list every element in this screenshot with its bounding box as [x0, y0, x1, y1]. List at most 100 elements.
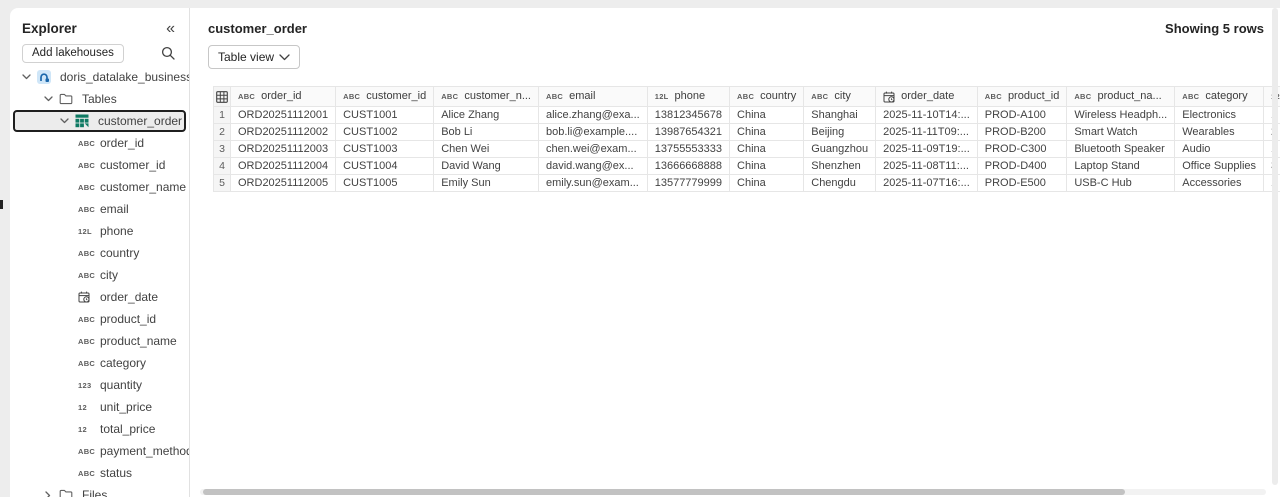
table-cell[interactable]: 2025-11-08T11:... — [876, 158, 978, 175]
table-cell[interactable]: Emily Sun — [434, 175, 539, 192]
table-cell[interactable]: China — [730, 175, 804, 192]
horizontal-scrollbar-thumb[interactable] — [203, 489, 1125, 495]
view-selector-dropdown[interactable]: Table view — [208, 45, 300, 69]
sidebar-column-unit_price[interactable]: 12unit_price — [10, 396, 189, 418]
table-cell[interactable]: ORD20251112003 — [231, 141, 336, 158]
table-cell[interactable]: emily.sun@exam... — [538, 175, 647, 192]
table-cell[interactable]: Chen Wei — [434, 141, 539, 158]
sidebar-column-order_id[interactable]: ABCorder_id — [10, 132, 189, 154]
table-cell[interactable]: 13812345678 — [647, 107, 729, 124]
table-cell[interactable]: Office Supplies — [1175, 158, 1264, 175]
table-row[interactable]: 2ORD20251112002CUST1002Bob Libob.li@exam… — [214, 124, 1280, 141]
table-cell[interactable]: ORD20251112002 — [231, 124, 336, 141]
table-cell[interactable]: Shanghai — [804, 107, 876, 124]
table-cell[interactable]: Electronics — [1175, 107, 1264, 124]
table-cell[interactable]: 13666668888 — [647, 158, 729, 175]
sidebar-item-tables-folder[interactable]: Tables — [10, 88, 189, 110]
column-header-country[interactable]: ABCcountry — [730, 87, 804, 107]
table-cell[interactable]: Accessories — [1175, 175, 1264, 192]
table-cell[interactable]: PROD-D400 — [977, 158, 1067, 175]
table-cell[interactable]: China — [730, 124, 804, 141]
table-cell[interactable]: 2025-11-11T09:... — [876, 124, 978, 141]
sidebar-column-total_price[interactable]: 12total_price — [10, 418, 189, 440]
sidebar-item-files-folder[interactable]: Files — [10, 484, 189, 497]
table-cell[interactable]: Bob Li — [434, 124, 539, 141]
column-header-phone[interactable]: 12Lphone — [647, 87, 729, 107]
sidebar-column-status[interactable]: ABCstatus — [10, 462, 189, 484]
table-row[interactable]: 5ORD20251112005CUST1005Emily Sunemily.su… — [214, 175, 1280, 192]
table-cell[interactable]: Smart Watch — [1067, 124, 1175, 141]
sidebar-column-quantity[interactable]: 123quantity — [10, 374, 189, 396]
sidebar-column-phone[interactable]: 12Lphone — [10, 220, 189, 242]
table-cell[interactable]: USB-C Hub — [1067, 175, 1175, 192]
table-row[interactable]: 3ORD20251112003CUST1003Chen Weichen.wei@… — [214, 141, 1280, 158]
column-header-category[interactable]: ABCcategory — [1175, 87, 1264, 107]
column-header-product_id[interactable]: ABCproduct_id — [977, 87, 1067, 107]
table-cell[interactable]: Chengdu — [804, 175, 876, 192]
table-cell[interactable]: PROD-E500 — [977, 175, 1067, 192]
table-cell[interactable]: CUST1003 — [336, 141, 434, 158]
table-cell[interactable]: CUST1001 — [336, 107, 434, 124]
column-header-order_id[interactable]: ABCorder_id — [231, 87, 336, 107]
table-cell[interactable]: China — [730, 107, 804, 124]
column-header-email[interactable]: ABCemail — [538, 87, 647, 107]
table-row[interactable]: 4ORD20251112004CUST1004David Wangdavid.w… — [214, 158, 1280, 175]
table-cell[interactable]: Wearables — [1175, 124, 1264, 141]
chevron-right-icon[interactable] — [40, 491, 56, 497]
sidebar-item-lakehouse[interactable]: doris_datalake_business — [10, 66, 189, 88]
table-cell[interactable]: PROD-C300 — [977, 141, 1067, 158]
table-cell[interactable]: CUST1002 — [336, 124, 434, 141]
sidebar-column-city[interactable]: ABCcity — [10, 264, 189, 286]
table-cell[interactable]: 2025-11-09T19:... — [876, 141, 978, 158]
column-header-customer_id[interactable]: ABCcustomer_id — [336, 87, 434, 107]
chevron-down-icon[interactable] — [56, 118, 72, 124]
table-cell[interactable]: Shenzhen — [804, 158, 876, 175]
search-icon[interactable] — [161, 46, 175, 60]
table-cell[interactable]: Beijing — [804, 124, 876, 141]
sidebar-column-category[interactable]: ABCcategory — [10, 352, 189, 374]
table-cell[interactable]: ORD20251112004 — [231, 158, 336, 175]
table-cell[interactable]: CUST1005 — [336, 175, 434, 192]
sidebar-item-customer-order[interactable]: customer_order — [13, 110, 186, 132]
column-header-order_date[interactable]: order_date — [876, 87, 978, 107]
vertical-scrollbar[interactable] — [1272, 8, 1278, 485]
sidebar-column-order_date[interactable]: order_date — [10, 286, 189, 308]
add-lakehouses-button[interactable]: Add lakehouses — [22, 44, 124, 63]
sidebar-column-product_id[interactable]: ABCproduct_id — [10, 308, 189, 330]
table-cell[interactable]: ORD20251112005 — [231, 175, 336, 192]
table-cell[interactable]: 2025-11-10T14:... — [876, 107, 978, 124]
column-header-city[interactable]: ABCcity — [804, 87, 876, 107]
chevron-down-icon[interactable] — [40, 96, 56, 102]
table-cell[interactable]: Bluetooth Speaker — [1067, 141, 1175, 158]
select-all-corner-cell[interactable] — [214, 87, 231, 107]
table-cell[interactable]: Audio — [1175, 141, 1264, 158]
table-cell[interactable]: China — [730, 158, 804, 175]
table-cell[interactable]: PROD-A100 — [977, 107, 1067, 124]
table-cell[interactable]: alice.zhang@exa... — [538, 107, 647, 124]
column-header-product_na[interactable]: ABCproduct_na... — [1067, 87, 1175, 107]
table-cell[interactable]: 2025-11-07T16:... — [876, 175, 978, 192]
table-cell[interactable]: 13755553333 — [647, 141, 729, 158]
table-cell[interactable]: Guangzhou — [804, 141, 876, 158]
table-cell[interactable]: chen.wei@exam... — [538, 141, 647, 158]
column-header-customer_n[interactable]: ABCcustomer_n... — [434, 87, 539, 107]
table-cell[interactable]: 13577779999 — [647, 175, 729, 192]
collapse-sidebar-icon[interactable]: « — [166, 22, 175, 36]
table-cell[interactable]: david.wang@ex... — [538, 158, 647, 175]
table-cell[interactable]: China — [730, 141, 804, 158]
table-row[interactable]: 1ORD20251112001CUST1001Alice Zhangalice.… — [214, 107, 1280, 124]
table-cell[interactable]: ORD20251112001 — [231, 107, 336, 124]
table-cell[interactable]: David Wang — [434, 158, 539, 175]
table-cell[interactable]: Laptop Stand — [1067, 158, 1175, 175]
sidebar-column-email[interactable]: ABCemail — [10, 198, 189, 220]
table-cell[interactable]: bob.li@example.... — [538, 124, 647, 141]
chevron-down-icon[interactable] — [18, 74, 34, 80]
sidebar-column-customer_id[interactable]: ABCcustomer_id — [10, 154, 189, 176]
table-cell[interactable]: Wireless Headph... — [1067, 107, 1175, 124]
table-cell[interactable]: Alice Zhang — [434, 107, 539, 124]
sidebar-column-country[interactable]: ABCcountry — [10, 242, 189, 264]
sidebar-column-payment_method[interactable]: ABCpayment_method — [10, 440, 189, 462]
sidebar-column-customer_name[interactable]: ABCcustomer_name — [10, 176, 189, 198]
table-cell[interactable]: 13987654321 — [647, 124, 729, 141]
table-cell[interactable]: PROD-B200 — [977, 124, 1067, 141]
